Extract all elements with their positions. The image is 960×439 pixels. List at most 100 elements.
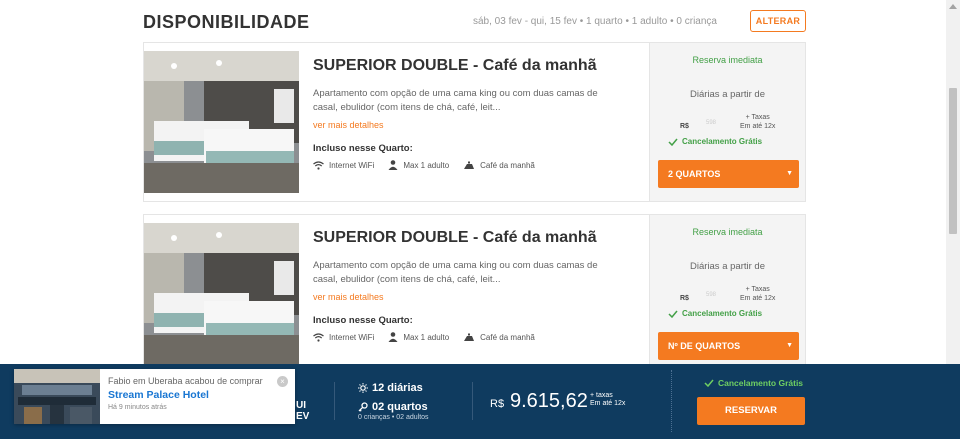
amenities-list: Internet WiFi Max 1 adulto Café da manhã — [313, 332, 623, 342]
notification-text: Fabio em Uberaba acabou de comprar Strea… — [108, 376, 278, 411]
more-details-link[interactable]: ver mais detalhes — [313, 292, 384, 302]
price-value: 598 — [706, 292, 717, 298]
amenity-label: Café da manhã — [480, 160, 535, 170]
availability-title: DISPONIBILIDADE — [143, 12, 310, 32]
daily-from-label: Diárias a partir de — [690, 89, 765, 100]
amenity-label: Internet WiFi — [329, 332, 375, 342]
close-icon[interactable]: × — [277, 376, 288, 387]
amenity-label: Internet WiFi — [329, 160, 375, 170]
purchase-notification[interactable]: Fabio em Uberaba acabou de comprar Strea… — [14, 369, 295, 424]
amenity-wifi: Internet WiFi — [313, 161, 374, 170]
more-details-link[interactable]: ver mais detalhes — [313, 120, 384, 130]
amenities-list: Internet WiFi Max 1 adulto Café da manhã — [313, 160, 623, 170]
rooms-quantity-select[interactable]: 2 QUARTOS ▼ — [658, 160, 799, 188]
scroll-thumb[interactable] — [949, 88, 957, 234]
amenity-label: Café da manhã — [480, 332, 535, 342]
price-row: R$ 598 + Taxas Em até 12x — [678, 113, 788, 135]
room-pricing-panel: Reserva imediata Diárias a partir de R$ … — [649, 43, 805, 201]
reserve-button[interactable]: RESERVAR — [697, 397, 805, 425]
amenity-wifi: Internet WiFi — [313, 333, 374, 342]
installments-line: Em até 12x — [740, 295, 776, 302]
room-card: SUPERIOR DOUBLE - Café da manhã Apartame… — [143, 42, 806, 202]
tax-line: + taxas — [590, 392, 613, 399]
person-icon — [388, 332, 398, 342]
availability-header: DISPONIBILIDADE sáb, 03 fev - qui, 15 fe… — [143, 10, 806, 34]
total-currency: R$ — [490, 398, 505, 410]
free-cancellation: Cancelamento Grátis — [704, 378, 803, 388]
breakfast-icon — [464, 161, 475, 169]
installments-line: Em até 12x — [590, 400, 626, 407]
amenity-guests: Max 1 adulto — [388, 160, 449, 170]
dotted-divider — [671, 370, 672, 432]
room-info: SUPERIOR DOUBLE - Café da manhã Apartame… — [313, 229, 623, 342]
currency-label: R$ — [680, 123, 689, 130]
alter-button[interactable]: ALTERAR — [750, 10, 806, 32]
notification-hotel-name[interactable]: Stream Palace Hotel — [108, 389, 278, 401]
currency-label: R$ — [680, 295, 689, 302]
scroll-up-arrow-icon[interactable] — [949, 4, 957, 9]
hotel-thumbnail-image — [14, 369, 100, 424]
amenity-label: Max 1 adulto — [403, 332, 450, 342]
free-cancellation: Cancelamento Grátis — [668, 309, 762, 318]
taxes-note: + Taxas Em até 12x — [740, 285, 775, 303]
taxes-line: + Taxas — [745, 286, 770, 293]
sun-icon — [358, 383, 368, 393]
amenity-label: Max 1 adulto — [403, 160, 450, 170]
room-title: SUPERIOR DOUBLE - Café da manhã — [313, 57, 597, 74]
rooms-count: 02 quartos — [358, 401, 428, 413]
rooms-quantity-select[interactable]: Nº DE QUARTOS ▼ — [658, 332, 799, 360]
room-photo[interactable] — [144, 51, 299, 193]
instant-booking-label: Reserva imediata — [692, 55, 763, 65]
page: DISPONIBILIDADE sáb, 03 fev - qui, 15 fe… — [0, 0, 960, 439]
room-photo[interactable] — [144, 223, 299, 365]
rooms-label: 02 quartos — [372, 401, 428, 413]
check-icon — [704, 379, 714, 387]
stub-line: EV — [296, 411, 310, 422]
room-photo-image — [144, 51, 299, 193]
room-info: SUPERIOR DOUBLE - Café da manhã Apartame… — [313, 57, 623, 170]
stub-line: UI — [296, 400, 306, 411]
wifi-icon — [313, 160, 324, 170]
total-tax-note: + taxas Em até 12x — [590, 392, 625, 408]
amenity-guests: Max 1 adulto — [388, 332, 449, 342]
daily-from-label: Diárias a partir de — [690, 261, 765, 272]
rooms-quantity-value: Nº DE QUARTOS — [668, 341, 741, 351]
included-title: Incluso nesse Quarto: — [313, 315, 413, 326]
divider — [472, 382, 473, 420]
stay-dates-stub: UI EV — [296, 400, 309, 422]
room-card: SUPERIOR DOUBLE - Café da manhã Apartame… — [143, 214, 806, 374]
divider — [334, 382, 335, 420]
room-title: SUPERIOR DOUBLE - Café da manhã — [313, 229, 597, 246]
check-icon — [668, 138, 678, 146]
amenity-breakfast: Café da manhã — [463, 333, 535, 342]
taxes-line: + Taxas — [745, 114, 770, 121]
notification-message: Fabio em Uberaba acabou de comprar — [108, 376, 263, 386]
taxes-note: + Taxas Em até 12x — [740, 113, 775, 131]
price-value: 598 — [706, 120, 717, 126]
cancellation-label: Cancelamento Grátis — [682, 309, 763, 318]
amenity-breakfast: Café da manhã — [463, 161, 535, 170]
room-pricing-panel: Reserva imediata Diárias a partir de R$ … — [649, 215, 805, 373]
room-description: Apartamento com opção de uma cama king o… — [313, 260, 598, 285]
total-price: 9.615,62 — [510, 390, 588, 412]
stay-summary: sáb, 03 fev - qui, 15 fev • 1 quarto • 1… — [473, 16, 717, 27]
price-row: R$ 598 + Taxas Em até 12x — [678, 285, 788, 307]
page-scrollbar[interactable] — [946, 0, 960, 364]
nights-count: 12 diárias — [358, 382, 423, 394]
hotel-thumbnail — [14, 369, 100, 424]
free-cancellation: Cancelamento Grátis — [668, 137, 762, 146]
notification-time: Há 9 minutos atrás — [108, 404, 167, 411]
caret-down-icon: ▼ — [786, 170, 793, 177]
instant-booking-label: Reserva imediata — [692, 227, 763, 237]
cancellation-label: Cancelamento Grátis — [718, 378, 804, 388]
room-photo-image — [144, 223, 299, 365]
person-icon — [388, 160, 398, 170]
breakfast-icon — [464, 333, 475, 341]
installments-line: Em até 12x — [740, 123, 776, 130]
wifi-icon — [313, 332, 324, 342]
cancellation-label: Cancelamento Grátis — [682, 137, 763, 146]
rooms-quantity-value: 2 QUARTOS — [668, 169, 721, 179]
check-icon — [668, 310, 678, 318]
nights-label: 12 diárias — [372, 382, 423, 394]
caret-down-icon: ▼ — [786, 342, 793, 349]
